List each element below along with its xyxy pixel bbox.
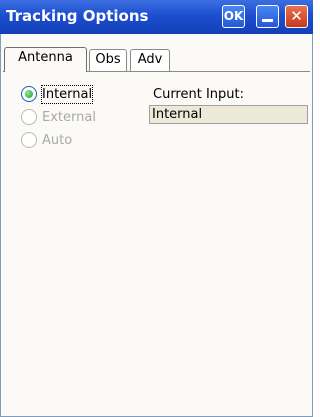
tab-obs[interactable]: Obs xyxy=(89,49,127,71)
close-icon: ✕ xyxy=(290,7,303,25)
minimize-icon xyxy=(262,19,273,22)
radio-auto-label: Auto xyxy=(42,133,73,148)
close-button[interactable]: ✕ xyxy=(285,5,308,28)
radio-button[interactable] xyxy=(21,132,37,148)
radio-button-selected[interactable] xyxy=(21,86,37,102)
radio-dot-icon xyxy=(25,90,33,98)
minimize-button[interactable] xyxy=(256,5,279,28)
radio-internal-label: Internal xyxy=(40,85,94,104)
current-input-field: Internal xyxy=(149,105,308,124)
radio-button[interactable] xyxy=(21,109,37,125)
radio-external-label: External xyxy=(42,110,96,125)
current-input-label: Current Input: xyxy=(153,87,244,102)
dialog-body: Antenna Obs Adv Internal External Auto C… xyxy=(0,34,313,417)
tab-antenna[interactable]: Antenna xyxy=(4,47,87,72)
ok-button[interactable]: OK xyxy=(222,5,245,28)
title-bar: Tracking Options OK ✕ xyxy=(0,0,313,34)
window-title: Tracking Options xyxy=(6,7,149,25)
tab-adv[interactable]: Adv xyxy=(130,49,170,71)
